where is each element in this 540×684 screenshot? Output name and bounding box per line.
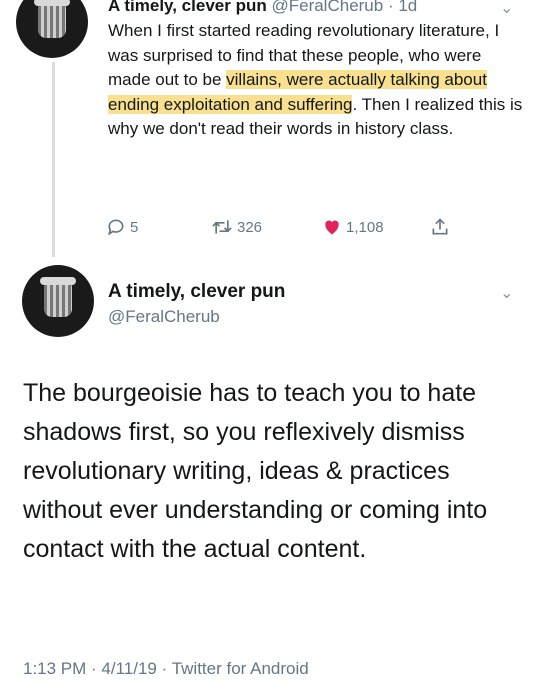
like-button[interactable]: 1,108 xyxy=(322,217,384,237)
author-handle[interactable]: @FeralCherub xyxy=(108,307,220,327)
chevron-down-icon[interactable]: ⌄ xyxy=(500,0,513,18)
tweet-source[interactable]: Twitter for Android xyxy=(172,659,309,678)
trash-lid-icon xyxy=(40,277,76,285)
meta-separator: · xyxy=(156,659,172,678)
tweet-text: When I first started reading revolutiona… xyxy=(108,19,528,142)
trash-can-icon xyxy=(44,283,72,317)
tweet-metadata: 1:13 PM · 4/11/19 · Twitter for Android xyxy=(23,659,309,679)
meta-separator: · xyxy=(86,659,102,678)
tweet-text: The bourgeoisie has to teach you to hate… xyxy=(23,379,488,563)
tweet-actions: 5 326 1,108 xyxy=(0,217,540,241)
trash-can-icon xyxy=(38,4,66,38)
reply-icon xyxy=(106,217,126,237)
time-separator: · xyxy=(383,0,399,15)
avatar[interactable] xyxy=(16,0,88,58)
author-name[interactable]: A timely, clever pun xyxy=(108,0,267,15)
tweet-time[interactable]: 1:13 PM xyxy=(23,659,86,678)
trash-lid-icon xyxy=(34,0,70,6)
heart-icon xyxy=(322,217,342,237)
avatar[interactable] xyxy=(22,265,94,337)
author-handle[interactable]: @FeralCherub xyxy=(271,0,383,15)
tweet-date[interactable]: 4/11/19 xyxy=(101,659,156,678)
like-count: 1,108 xyxy=(346,218,384,236)
reply-count: 5 xyxy=(130,218,139,236)
tweet-time[interactable]: 1d xyxy=(398,0,417,15)
author-name[interactable]: A timely, clever pun xyxy=(108,281,285,303)
retweet-button[interactable]: 326 xyxy=(211,217,262,237)
tweet-header: A timely, clever pun @FeralCherub · 1d xyxy=(108,0,417,16)
reply-button[interactable]: 5 xyxy=(106,217,138,237)
retweet-icon xyxy=(211,217,233,237)
share-icon xyxy=(430,217,450,237)
tweet-parent[interactable]: A timely, clever pun @FeralCherub · 1d ⌄… xyxy=(0,0,540,260)
retweet-count: 326 xyxy=(237,218,263,236)
chevron-down-icon[interactable]: ⌄ xyxy=(500,283,513,303)
share-button[interactable] xyxy=(430,217,450,237)
